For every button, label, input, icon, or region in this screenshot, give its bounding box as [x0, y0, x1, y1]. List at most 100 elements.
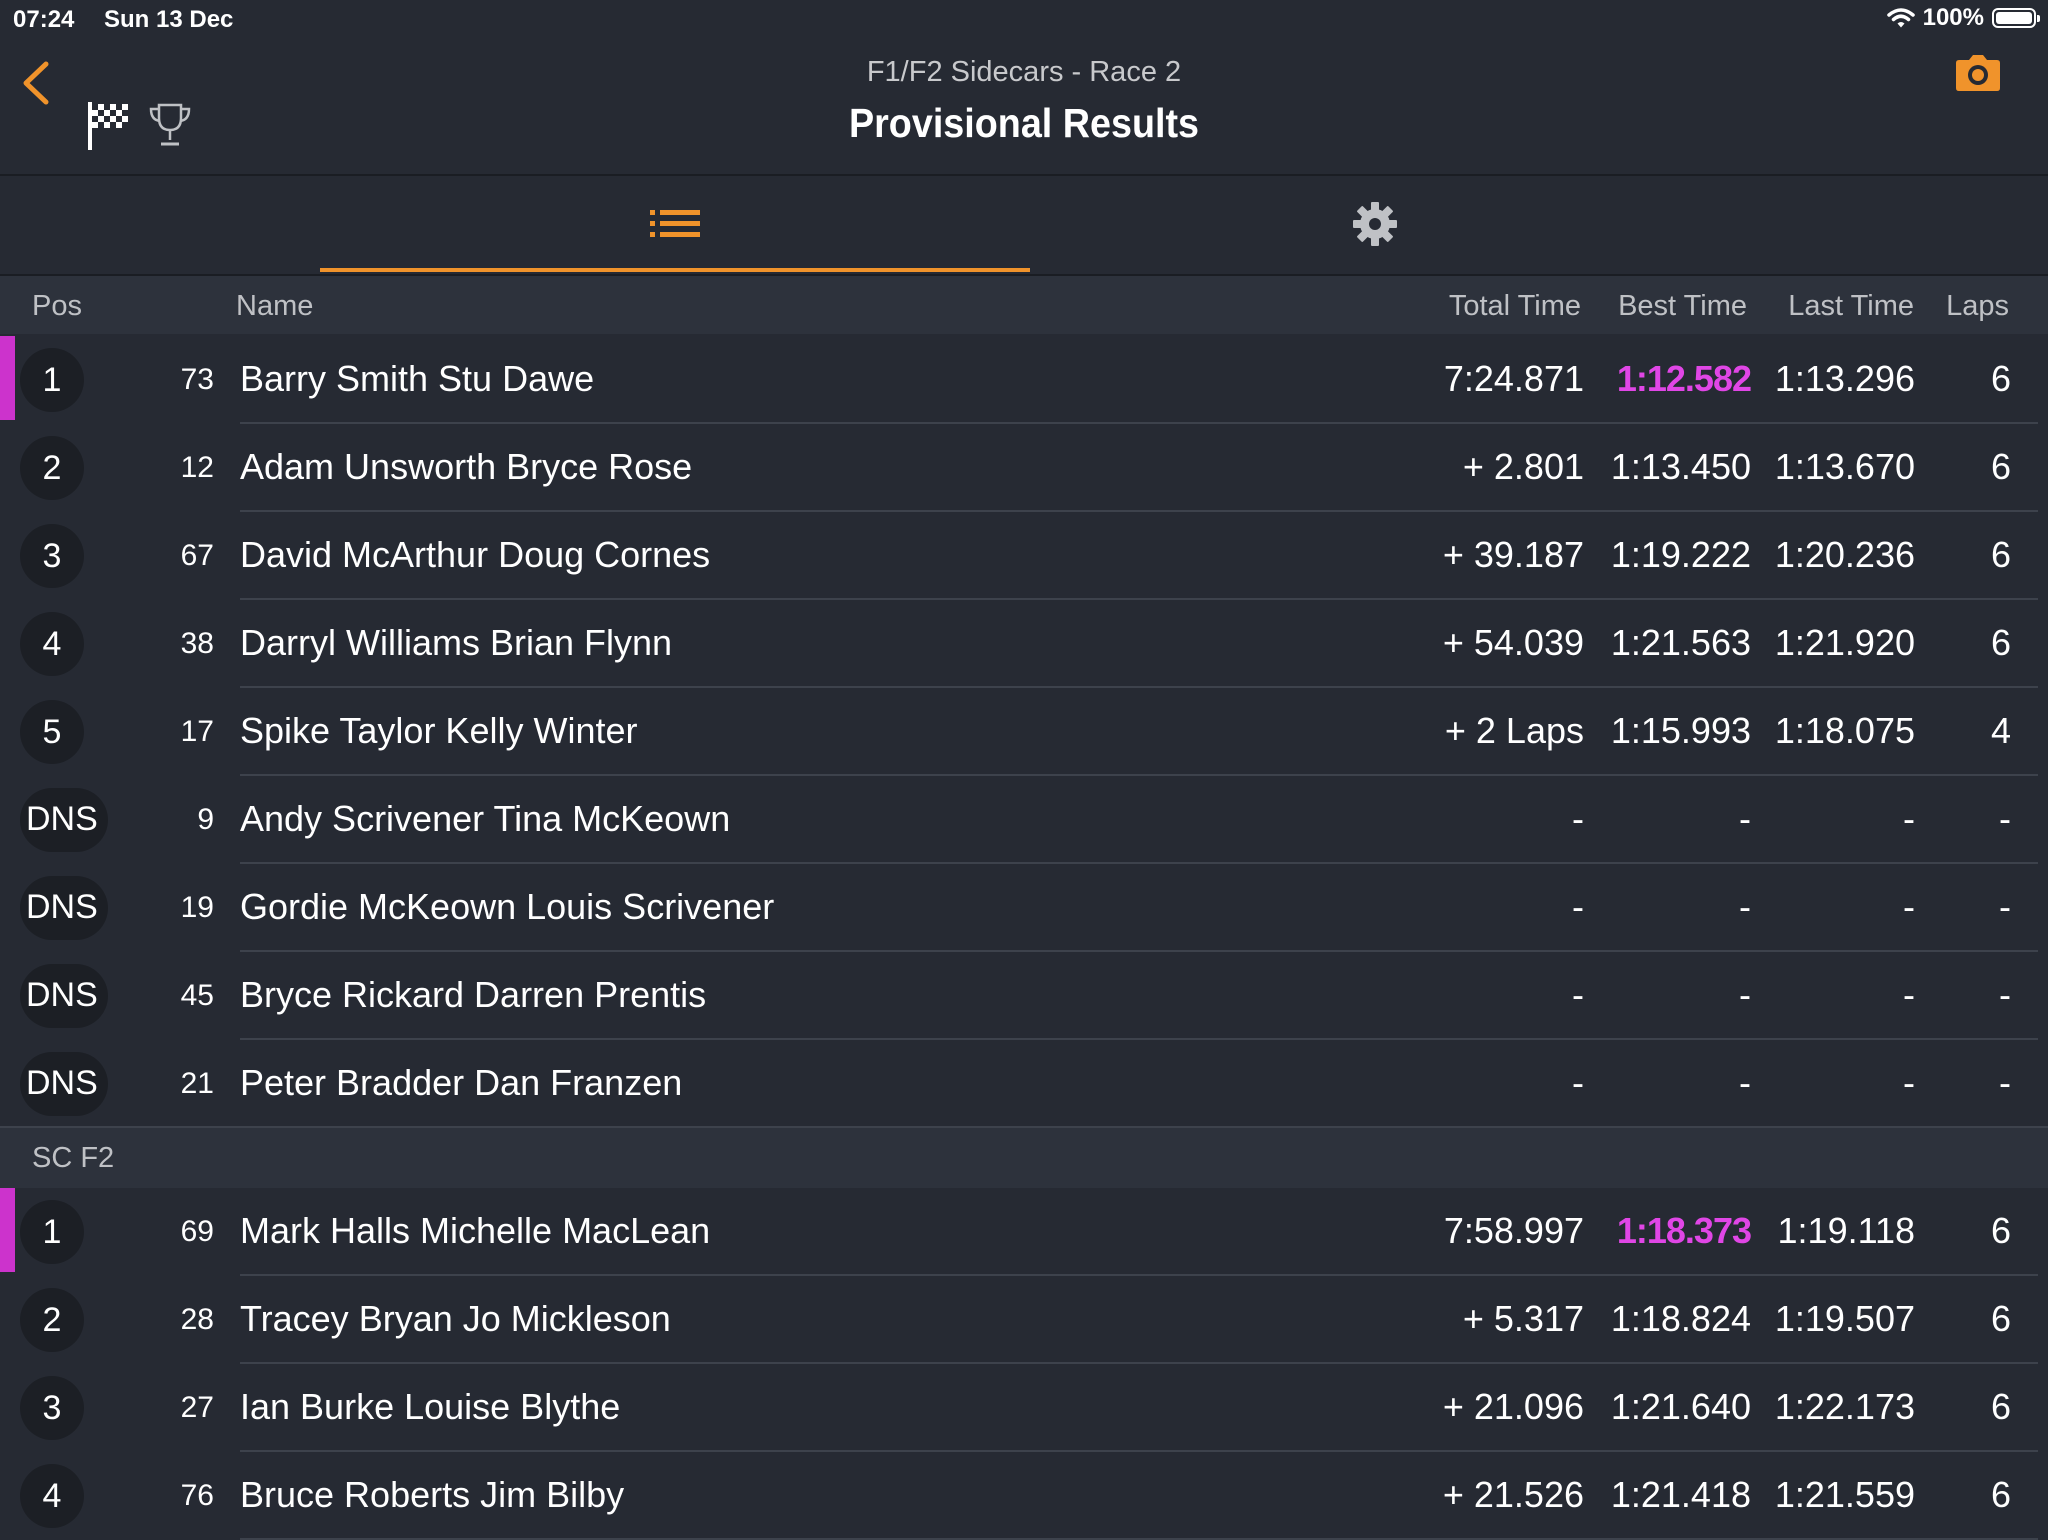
total-time: + 54.039 — [1442, 622, 1584, 663]
laps-count: - — [1999, 798, 2011, 839]
total-time: - — [1572, 798, 1584, 839]
race-number: 9 — [197, 803, 214, 836]
last-time: 1:18.075 — [1774, 710, 1915, 751]
position-badge: 1 — [20, 1200, 84, 1264]
laps-count: 6 — [1990, 622, 2011, 663]
best-time: - — [1739, 974, 1751, 1015]
position-badge: 4 — [20, 1464, 84, 1528]
best-time: 1:12.582 — [1616, 358, 1752, 399]
last-time: - — [1903, 886, 1915, 927]
laps-count: 6 — [1990, 1386, 2011, 1427]
camera-icon — [1956, 55, 2000, 91]
status-date: Sun 13 Dec — [104, 6, 234, 33]
race-number: 38 — [180, 627, 214, 660]
best-time: 1:19.222 — [1610, 534, 1751, 575]
table-row[interactable]: DNS 19 Gordie McKeown Louis Scrivener - … — [0, 864, 2048, 952]
table-row[interactable]: 4 76 Bruce Roberts Jim Bilby + 21.526 1:… — [0, 1452, 2048, 1540]
rider-names: Mark Halls Michelle MacLean — [240, 1210, 711, 1251]
page-title: Provisional Results — [848, 100, 1200, 146]
table-row[interactable]: DNS 9 Andy Scrivener Tina McKeown - - - … — [0, 776, 2048, 864]
rider-names: Bryce Rickard Darren Prentis — [240, 974, 707, 1015]
total-time: + 21.096 — [1442, 1386, 1584, 1427]
class-group-label: SC F2 — [32, 1142, 115, 1174]
position-badge: 5 — [20, 700, 84, 764]
rider-names: David McArthur Doug Cornes — [240, 534, 711, 575]
race-number: 67 — [180, 539, 214, 572]
laps-count: 6 — [1990, 358, 2011, 399]
column-total-time: Total Time — [1448, 290, 1581, 322]
view-tabs — [0, 176, 2048, 276]
race-number: 28 — [180, 1303, 214, 1336]
best-time: 1:21.418 — [1610, 1474, 1751, 1515]
table-row[interactable]: 1 69 Mark Halls Michelle MacLean 7:58.99… — [0, 1188, 2048, 1276]
rider-names: Bruce Roberts Jim Bilby — [240, 1474, 625, 1515]
last-time: 1:21.920 — [1774, 622, 1915, 663]
position-badge: 1 — [20, 348, 84, 412]
laps-count: 4 — [1990, 710, 2011, 751]
tab-settings[interactable] — [1020, 176, 1730, 272]
last-time: - — [1903, 974, 1915, 1015]
laps-count: - — [1999, 974, 2011, 1015]
camera-button[interactable] — [1955, 54, 2001, 97]
total-time: + 2.801 — [1462, 446, 1584, 487]
tab-results-list[interactable] — [320, 176, 1030, 272]
table-row[interactable]: 2 12 Adam Unsworth Bryce Rose + 2.801 1:… — [0, 424, 2048, 512]
page-subtitle: F1/F2 Sidecars - Race 2 — [866, 56, 1182, 88]
laps-count: 6 — [1990, 1298, 2011, 1339]
last-time: 1:21.559 — [1774, 1474, 1915, 1515]
rider-names: Andy Scrivener Tina McKeown — [240, 798, 731, 839]
best-time: - — [1739, 1062, 1751, 1103]
last-time: 1:13.296 — [1774, 358, 1915, 399]
results-column-header: Pos Name Total Time Best Time Last Time … — [0, 276, 2048, 334]
total-time: - — [1572, 974, 1584, 1015]
table-row[interactable]: 2 28 Tracey Bryan Jo Mickleson + 5.317 1… — [0, 1276, 2048, 1364]
position-badge: 2 — [20, 1288, 84, 1352]
column-best-time: Best Time — [1618, 290, 1747, 322]
race-number: 69 — [180, 1215, 214, 1248]
laps-count: - — [1999, 1062, 2011, 1103]
rider-names: Ian Burke Louise Blythe — [240, 1386, 621, 1427]
table-row[interactable]: DNS 45 Bryce Rickard Darren Prentis - - … — [0, 952, 2048, 1040]
best-time: 1:18.373 — [1616, 1210, 1752, 1251]
battery-percent: 100% — [1922, 4, 1984, 31]
laps-count: 6 — [1990, 1210, 2011, 1251]
total-time: + 2 Laps — [1444, 710, 1584, 751]
position-status: DNS — [26, 1064, 98, 1102]
total-time: + 39.187 — [1442, 534, 1584, 575]
table-row[interactable]: 1 73 Barry Smith Stu Dawe 7:24.871 1:12.… — [0, 336, 2048, 424]
rider-names: Gordie McKeown Louis Scrivener — [240, 886, 775, 927]
last-time: - — [1903, 1062, 1915, 1103]
race-number: 76 — [180, 1479, 214, 1512]
last-time: 1:19.118 — [1777, 1210, 1915, 1251]
race-number: 17 — [180, 715, 214, 748]
wifi-icon — [1886, 8, 1915, 28]
race-number: 73 — [180, 363, 214, 396]
table-row[interactable]: DNS 21 Peter Bradder Dan Franzen - - - - — [0, 1040, 2048, 1128]
best-time: - — [1739, 886, 1751, 927]
fastest-lap-marker — [0, 336, 15, 420]
column-pos: Pos — [32, 290, 82, 322]
best-time: 1:15.993 — [1610, 710, 1751, 751]
laps-count: - — [1999, 886, 2011, 927]
position-badge: 2 — [20, 436, 84, 500]
table-row[interactable]: 3 27 Ian Burke Louise Blythe + 21.096 1:… — [0, 1364, 2048, 1452]
position-badge: 3 — [20, 524, 84, 588]
status-right: 100% — [1886, 4, 2040, 32]
race-number: 21 — [180, 1067, 214, 1100]
laps-count: 6 — [1990, 534, 2011, 575]
table-row[interactable]: 4 38 Darryl Williams Brian Flynn + 54.03… — [0, 600, 2048, 688]
last-time: 1:19.507 — [1774, 1298, 1915, 1339]
nav-header: F1/F2 Sidecars - Race 2 Provisional Resu… — [0, 40, 2048, 176]
total-time: 7:24.871 — [1443, 358, 1584, 399]
race-number: 12 — [180, 451, 214, 484]
total-time: + 21.526 — [1442, 1474, 1584, 1515]
position-status: DNS — [26, 976, 98, 1014]
laps-count: 6 — [1990, 1474, 2011, 1515]
last-time: 1:20.236 — [1774, 534, 1915, 575]
table-row[interactable]: 3 67 David McArthur Doug Cornes + 39.187… — [0, 512, 2048, 600]
best-time: 1:13.450 — [1610, 446, 1751, 487]
last-time: 1:13.670 — [1774, 446, 1915, 487]
total-time: + 5.317 — [1462, 1298, 1584, 1339]
table-row[interactable]: 5 17 Spike Taylor Kelly Winter + 2 Laps … — [0, 688, 2048, 776]
rider-names: Darryl Williams Brian Flynn — [240, 622, 673, 663]
